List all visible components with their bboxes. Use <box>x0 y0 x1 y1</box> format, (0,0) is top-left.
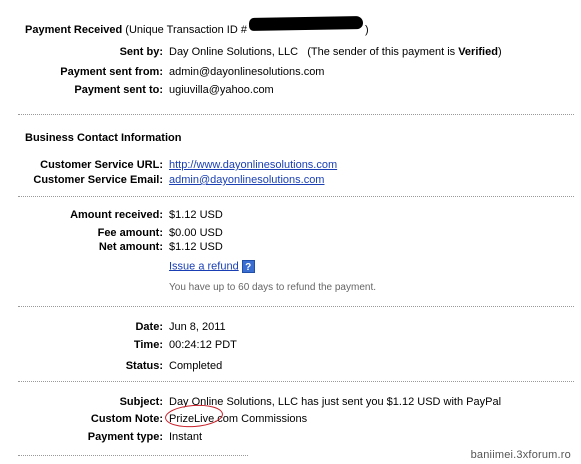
date-label: Date: <box>135 321 163 333</box>
business-contact-heading: Business Contact Information <box>25 132 182 144</box>
sent-from-label: Payment sent from: <box>60 66 163 78</box>
payment-header: Payment Received (Unique Transaction ID … <box>25 24 247 36</box>
payment-type-value: Instant <box>169 431 203 443</box>
amount-received-label: Amount received: <box>70 209 163 221</box>
sent-to-label: Payment sent to: <box>74 84 163 96</box>
divider <box>18 455 248 456</box>
status-value: Completed <box>169 360 223 372</box>
divider <box>18 381 574 382</box>
divider <box>18 196 574 197</box>
transaction-id-prefix: (Unique Transaction ID # <box>125 24 247 36</box>
refund-note: You have up to 60 days to refund the pay… <box>169 282 377 293</box>
watermark: baniimei.3xforum.ro <box>470 449 571 461</box>
net-amount-value: $1.12 USD <box>169 241 223 253</box>
custom-note-label: Custom Note: <box>90 413 163 425</box>
verified-status: Verified <box>458 46 498 58</box>
issue-refund-link[interactable]: Issue a refund <box>169 260 239 272</box>
time-value: 00:24:12 PDT <box>169 339 237 351</box>
transaction-id-suffix: ) <box>365 24 369 36</box>
time-label: Time: <box>133 339 163 351</box>
verified-prefix: (The sender of this payment is <box>307 46 459 58</box>
verified-suffix: ) <box>497 46 502 58</box>
payment-type-label: Payment type: <box>87 431 163 443</box>
customer-service-url-label: Customer Service URL: <box>40 159 163 171</box>
subject-value: Day Online Solutions, LLC has just sent … <box>169 396 502 408</box>
customer-service-email-link[interactable]: admin@dayonlinesolutions.com <box>169 174 324 186</box>
divider <box>18 114 574 115</box>
customer-service-url-link[interactable]: http://www.dayonlinesolutions.com <box>169 159 337 171</box>
refund-row: Issue a refund? <box>169 260 255 273</box>
status-label: Status: <box>125 360 163 372</box>
fee-amount-label: Fee amount: <box>97 227 163 239</box>
fee-amount-value: $0.00 USD <box>169 227 223 239</box>
help-icon[interactable]: ? <box>241 260 255 273</box>
sent-from-value: admin@dayonlinesolutions.com <box>169 66 325 78</box>
sender-name: Day Online Solutions, LLC <box>169 46 299 58</box>
divider <box>18 306 574 307</box>
redacted-transaction-id <box>248 16 364 31</box>
subject-label: Subject: <box>119 396 163 408</box>
sent-by-label: Sent by: <box>119 46 163 58</box>
customer-service-email-label: Customer Service Email: <box>33 174 163 186</box>
sent-to-value: ugiuvilla@yahoo.com <box>169 84 274 96</box>
sent-by-value: Day Online Solutions, LLC (The sender of… <box>169 46 502 58</box>
date-value: Jun 8, 2011 <box>169 321 226 333</box>
net-amount-label: Net amount: <box>98 241 163 253</box>
page-title: Payment Received <box>25 24 123 36</box>
amount-received-value: $1.12 USD <box>169 209 223 221</box>
